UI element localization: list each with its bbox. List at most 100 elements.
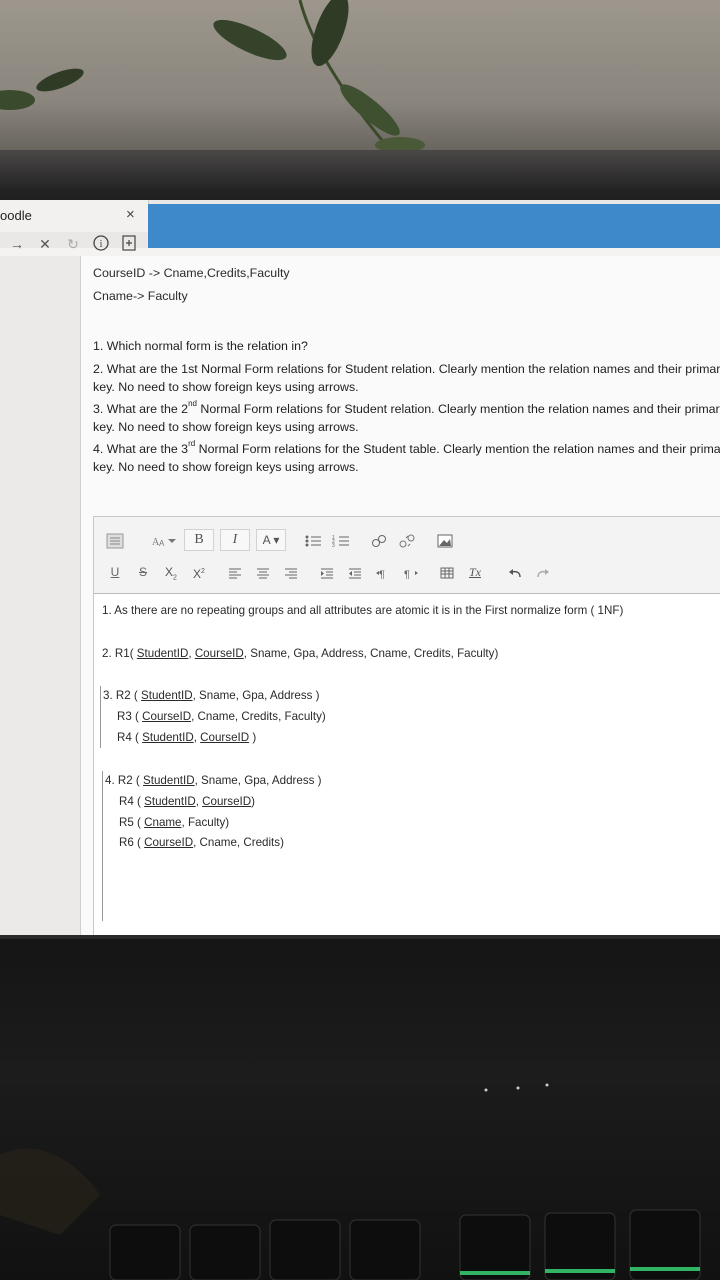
- answer-4-line: R6 ( CourseID, Cname, Credits): [119, 836, 284, 849]
- strikethrough-button[interactable]: S: [132, 561, 154, 583]
- question-number: 4: [93, 442, 100, 456]
- question-prefix: What are the 2: [106, 402, 189, 416]
- rtl-icon[interactable]: ¶: [400, 561, 422, 583]
- svg-text:i: i: [100, 239, 103, 250]
- answer-text: 2. R1(: [102, 647, 137, 660]
- text-color-button[interactable]: A ▾: [256, 529, 286, 551]
- answer-text: R4 (: [117, 731, 143, 744]
- page-left-margin: [0, 256, 80, 935]
- quiz-page: CourseID -> Cname,Credits,Faculty Cname-…: [80, 256, 720, 935]
- answer-text: , Cname, Credits, Faculty): [191, 710, 326, 723]
- answer-3-line: R3 ( CourseID, Cname, Credits, Faculty): [117, 710, 326, 723]
- question-2: 2. What are the 1st Normal Form relation…: [93, 360, 720, 396]
- answer-text: , Sname, Gpa, Address, Cname, Credits, F…: [243, 647, 499, 660]
- primary-key: CourseID: [142, 710, 192, 723]
- question-1: 1. Which normal form is the relation in?: [93, 339, 308, 353]
- answer-4-line: 4. R2 ( StudentID, Sname, Gpa, Address ): [105, 774, 322, 787]
- answer-text: R3 (: [117, 710, 143, 723]
- superscript-button[interactable]: X2: [188, 561, 210, 583]
- question-number: 3: [93, 402, 100, 416]
- tab-title: oodle: [0, 208, 32, 223]
- answer-text: , Sname, Gpa, Address ): [192, 689, 320, 702]
- primary-key: CourseID: [144, 836, 194, 849]
- answer-4-block: 4. R2 ( StudentID, Sname, Gpa, Address )…: [102, 771, 322, 921]
- underline-button[interactable]: U: [104, 561, 126, 583]
- answer-text: , Cname, Credits): [193, 836, 284, 849]
- primary-key: StudentID: [142, 731, 194, 744]
- subscript-label: X: [165, 565, 174, 579]
- primary-key: CourseID: [200, 731, 250, 744]
- answer-text: R5 (: [119, 816, 145, 829]
- answer-4-line: R4 ( StudentID, CourseID): [119, 795, 255, 808]
- clear-formatting-button[interactable]: Tx: [464, 561, 486, 583]
- primary-key: StudentID: [144, 795, 196, 808]
- primary-key: StudentID: [143, 774, 195, 787]
- numbered-list-icon[interactable]: 123: [330, 529, 352, 551]
- toolbar-row-2: U S X2 X2 ¶ ¶ Tx: [104, 561, 554, 583]
- outdent-icon[interactable]: [344, 561, 366, 583]
- forward-icon[interactable]: →: [8, 236, 26, 252]
- table-icon[interactable]: [436, 561, 458, 583]
- reload-icon[interactable]: ↻: [64, 236, 82, 253]
- primary-key: StudentID: [141, 689, 193, 702]
- svg-text:¶: ¶: [379, 569, 385, 579]
- info-icon[interactable]: i: [92, 234, 110, 254]
- browser-tab[interactable]: oodle ×: [0, 200, 149, 232]
- plant-leaves-decoration: [0, 0, 425, 153]
- ordinal-suffix: nd: [188, 399, 197, 408]
- question-text: Which normal form is the relation in?: [106, 339, 308, 353]
- bullet-list-icon[interactable]: [302, 529, 324, 551]
- align-left-icon[interactable]: [224, 561, 246, 583]
- fd-line-2: Cname-> Faculty: [93, 289, 188, 303]
- primary-key: CourseID: [202, 795, 252, 808]
- fd-line-1: CourseID -> Cname,Credits,Faculty: [93, 266, 290, 280]
- italic-button[interactable]: I: [220, 529, 250, 551]
- subscript-mark: 2: [173, 574, 177, 582]
- bold-button[interactable]: B: [184, 529, 214, 551]
- align-right-icon[interactable]: [280, 561, 302, 583]
- navigation-bar: → ✕ ↻ i: [0, 232, 156, 256]
- answer-text: ): [251, 795, 255, 808]
- subscript-button[interactable]: X2: [160, 561, 182, 583]
- primary-key: Cname: [144, 816, 182, 829]
- answer-1: 1. As there are no repeating groups and …: [102, 604, 624, 617]
- undo-icon[interactable]: [504, 561, 526, 583]
- ordinal-suffix: rd: [188, 439, 196, 448]
- answer-3-block: 3. R2 ( StudentID, Sname, Gpa, Address )…: [100, 686, 326, 748]
- answer-3-line: R4 ( StudentID, CourseID ): [117, 731, 256, 744]
- superscript-label: X: [193, 567, 202, 581]
- superscript-mark: 2: [201, 568, 205, 575]
- answer-text: , Sname, Gpa, Address ): [194, 774, 322, 787]
- primary-key: StudentID: [136, 647, 189, 660]
- ltr-icon[interactable]: ¶: [372, 561, 394, 583]
- editor-content[interactable]: 1. As there are no repeating groups and …: [94, 594, 720, 934]
- align-center-icon[interactable]: [252, 561, 274, 583]
- page-action-icon[interactable]: [120, 234, 138, 254]
- indent-icon[interactable]: [316, 561, 338, 583]
- stop-icon[interactable]: ✕: [36, 236, 54, 253]
- answer-text: R4 (: [119, 795, 145, 808]
- question-number: 1: [93, 339, 100, 353]
- answer-text: , Faculty): [181, 816, 230, 829]
- background-wall: [0, 0, 720, 170]
- answer-3-line: 3. R2 ( StudentID, Sname, Gpa, Address ): [103, 689, 320, 702]
- image-icon[interactable]: [434, 529, 456, 551]
- function-keys-decoration: [0, 935, 720, 1280]
- window-title-bar: [148, 204, 720, 248]
- question-text: What are the 1st Normal Form relations f…: [93, 362, 720, 394]
- answer-4-line: R5 ( Cname, Faculty): [119, 816, 229, 829]
- question-number: 2: [93, 362, 100, 376]
- question-3: 3. What are the 2nd Normal Form relation…: [93, 399, 720, 436]
- font-size-icon[interactable]: AA: [150, 529, 178, 551]
- close-tab-icon[interactable]: ×: [126, 206, 135, 223]
- answer-text: 3. R2 (: [103, 689, 142, 702]
- link-icon[interactable]: [368, 529, 390, 551]
- redo-icon[interactable]: [532, 561, 554, 583]
- answer-editor: AA B I A ▾ 123 U S X2 X2 ¶ ¶ Tx 1. As th…: [93, 516, 720, 935]
- paragraph-icon[interactable]: [104, 529, 126, 551]
- unlink-icon[interactable]: [396, 529, 418, 551]
- answer-text: 4. R2 (: [105, 774, 144, 787]
- question-prefix: What are the 3: [106, 442, 189, 456]
- browser-screen: oodle × → ✕ ↻ i CourseID -> Cname,Credit…: [0, 200, 720, 935]
- primary-key: CourseID: [194, 647, 244, 660]
